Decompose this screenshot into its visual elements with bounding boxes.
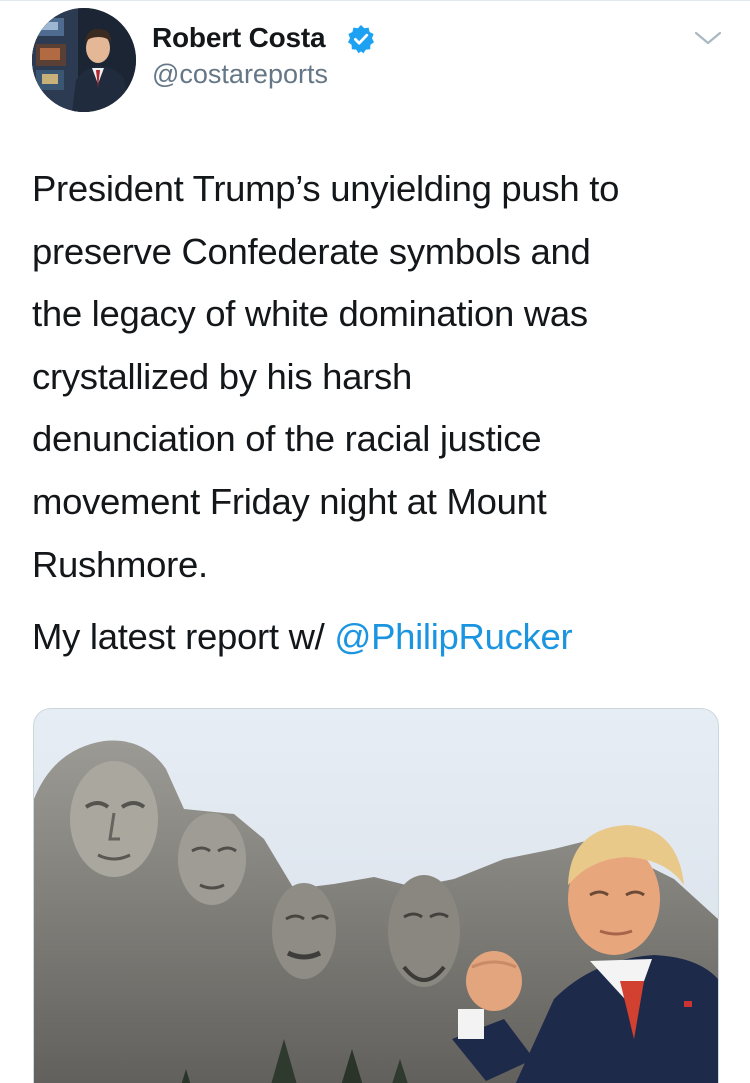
- display-name[interactable]: Robert Costa: [152, 22, 326, 54]
- tweet-line: President Trump’s unyielding push to: [32, 168, 620, 209]
- tweet-line: Rushmore.: [32, 543, 208, 585]
- verified-badge-icon: [348, 25, 374, 54]
- tweet-line: preserve Confederate symbols and: [32, 230, 591, 272]
- report-prefix: My latest report w/: [32, 616, 335, 657]
- link-card-image[interactable]: [33, 708, 719, 1083]
- tweet-line: crystallized by his harsh: [32, 355, 412, 397]
- tweet-line: movement Friday night at Mount: [32, 480, 547, 522]
- avatar[interactable]: [32, 8, 136, 112]
- mention-link[interactable]: @PhilipRucker: [334, 616, 572, 657]
- user-handle[interactable]: @costareports: [152, 59, 328, 90]
- tweet-line: denunciation of the racial justice: [32, 418, 542, 460]
- avatar-photo: [32, 8, 136, 112]
- report-line: My latest report w/ @PhilipRucker: [32, 606, 573, 669]
- tweet-line: the legacy of white domination was: [32, 293, 588, 335]
- tweet-text: President Trump’s unyielding push to pre…: [32, 158, 732, 596]
- top-divider: [0, 0, 750, 1]
- chevron-down-icon[interactable]: [694, 28, 722, 48]
- mount-rushmore-photo: [34, 709, 718, 1083]
